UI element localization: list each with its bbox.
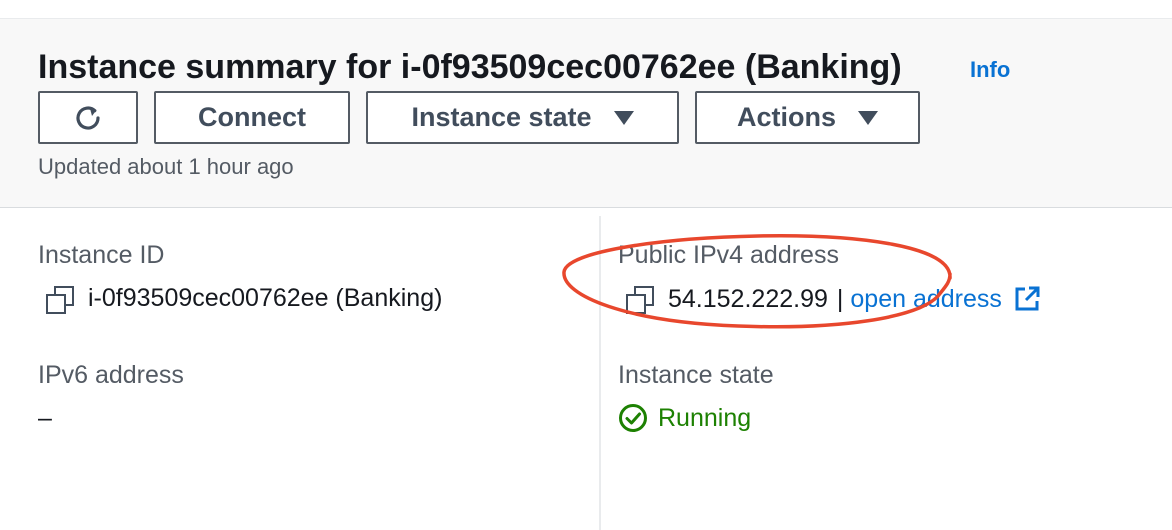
instance-state-value: Running [618,403,751,433]
page-title: Instance summary for i-0f93509cec00762ee… [38,48,902,86]
instance-state-label: Instance state [618,361,774,389]
annotation-circle [562,234,952,329]
connect-button[interactable]: Connect [154,91,350,144]
instance-id-value: i-0f93509cec00762ee (Banking) [46,284,443,314]
ipv6-value: – [38,404,52,432]
refresh-icon [76,105,100,130]
running-status-text: Running [658,403,752,432]
actions-button-label: Actions [736,102,836,132]
instance-state-dropdown[interactable]: Instance state [366,91,679,144]
updated-timestamp: Updated about 1 hour ago [38,154,294,179]
info-link[interactable]: Info [970,57,1010,83]
actions-dropdown[interactable]: Actions [695,91,920,144]
caret-down-icon [613,110,634,125]
instance-id-text: i-0f93509cec00762ee (Banking) [88,284,443,312]
instance-state-button-label: Instance state [411,102,592,132]
status-success-icon [619,404,647,432]
ipv6-label: IPv6 address [38,361,184,389]
external-link-icon[interactable] [1012,284,1042,314]
caret-down-icon [858,110,878,125]
top-strip [0,0,1172,18]
refresh-button[interactable] [38,91,138,144]
copy-icon[interactable] [46,285,74,314]
connect-button-label: Connect [198,102,306,132]
instance-id-label: Instance ID [38,241,165,269]
